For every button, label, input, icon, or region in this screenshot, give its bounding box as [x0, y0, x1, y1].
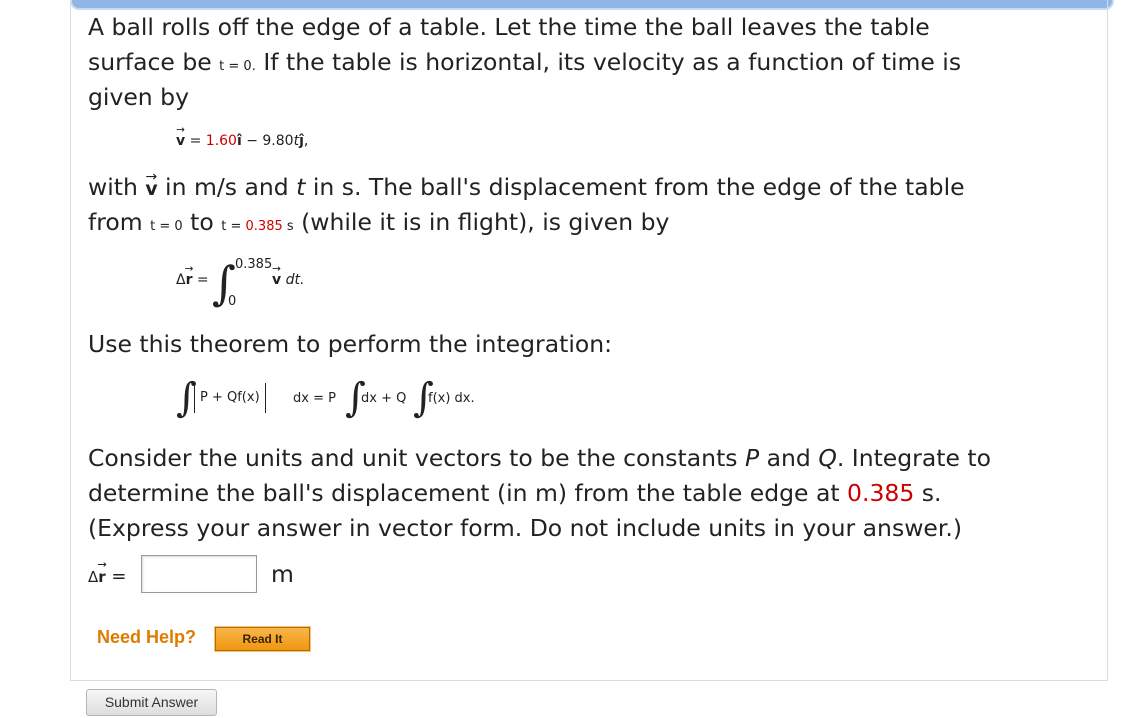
- problem-text: Consider the units and unit vectors to b…: [88, 444, 745, 472]
- constant-q: Q: [818, 444, 837, 472]
- t-end-unit: s: [282, 219, 294, 234]
- problem-line-6: Use this theorem to perform the integrat…: [88, 330, 613, 358]
- displacement-lhs: Δr =: [176, 272, 209, 288]
- eq-text: ,: [303, 133, 309, 149]
- problem-text: with: [88, 173, 146, 201]
- theorem-bracket: P + Qf(x): [194, 383, 266, 413]
- integral-lower-limit: 0: [228, 294, 237, 309]
- v-vector-symbol: v: [176, 133, 185, 149]
- problem-text: If the table is horizontal, its velocity…: [255, 48, 962, 76]
- t-zero-label: t = 0.: [219, 59, 256, 74]
- problem-line-5: from t = 0 to t = 0.385 s (while it is i…: [88, 205, 669, 244]
- eq-text: =: [185, 133, 206, 149]
- v-vector-symbol: v: [145, 172, 157, 207]
- problem-line-8: determine the ball's displacement (in m)…: [88, 476, 942, 511]
- problem-line-4: with v in m/s and t in s. The ball's dis…: [88, 170, 965, 207]
- submit-answer-button[interactable]: Submit Answer: [86, 689, 217, 716]
- answer-unit: m: [271, 560, 294, 588]
- read-it-button[interactable]: Read It: [214, 626, 311, 652]
- r-vector-symbol: r: [186, 272, 193, 288]
- answer-label: Δr =: [88, 566, 126, 587]
- problem-line-9: (Express your answer in vector form. Do …: [88, 514, 963, 542]
- velocity-equation: v = 1.60î − 9.80tĵ,: [176, 133, 308, 149]
- problem-text: in s. The ball's displacement from the e…: [305, 173, 965, 201]
- eq-text: − 9.80: [241, 133, 294, 149]
- problem-line-7: Consider the units and unit vectors to b…: [88, 441, 991, 476]
- velocity-x-coefficient: 1.60: [205, 133, 237, 149]
- problem-text: and: [759, 444, 819, 472]
- t-end-value: 0.385: [245, 219, 283, 234]
- t-end-label: t = 0.385 s: [221, 219, 293, 234]
- time-value: 0.385: [847, 479, 915, 507]
- t-end-prefix: t =: [221, 219, 246, 234]
- t-zero-label: t = 0: [150, 219, 183, 234]
- integrand: v dt.: [272, 272, 304, 288]
- r-vector-symbol: r: [98, 568, 105, 586]
- problem-line-1: A ball rolls off the edge of a table. Le…: [88, 13, 930, 41]
- eq-text: =: [192, 272, 209, 288]
- problem-text: (while it is in flight), is given by: [293, 208, 670, 236]
- v-vector-symbol: v: [272, 272, 281, 288]
- theorem-text: dx = P: [293, 391, 336, 406]
- eq-text: =: [105, 566, 127, 587]
- problem-text: . Integrate to: [836, 444, 991, 472]
- theorem-text: f(x) dx.: [428, 391, 475, 406]
- constant-p: P: [745, 444, 760, 472]
- problem-text: determine the ball's displacement (in m)…: [88, 479, 848, 507]
- integral-upper-limit: 0.385: [235, 257, 273, 272]
- theorem-text: dx + Q: [361, 391, 407, 406]
- t-variable: t: [296, 173, 306, 201]
- problem-line-2: surface be t = 0. If the table is horizo…: [88, 45, 961, 84]
- problem-text: s.: [914, 479, 942, 507]
- dt-text: dt.: [281, 272, 305, 288]
- problem-text: in m/s and: [157, 173, 297, 201]
- need-help-label: Need Help?: [97, 627, 197, 647]
- problem-text: to: [182, 208, 222, 236]
- problem-text: surface be: [88, 48, 220, 76]
- answer-input[interactable]: [141, 555, 257, 593]
- problem-line-3: given by: [88, 83, 189, 111]
- problem-text: from: [88, 208, 151, 236]
